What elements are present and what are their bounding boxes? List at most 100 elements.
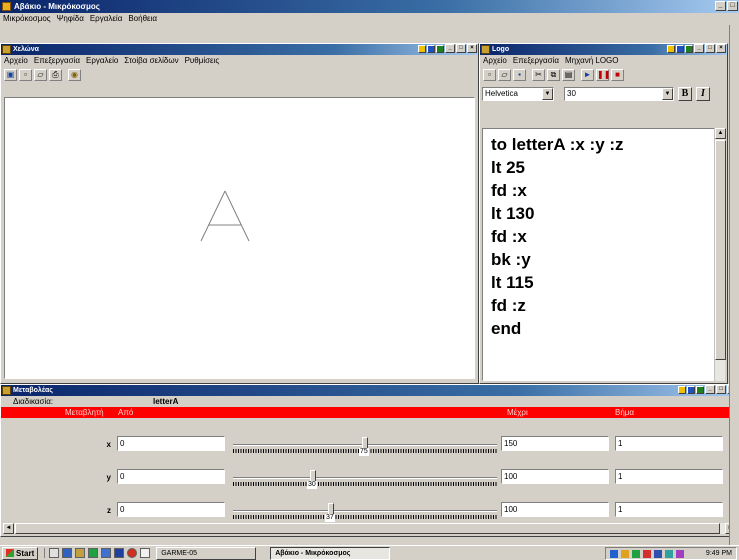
pin-icon[interactable] (418, 45, 426, 53)
code-scrollbar[interactable]: ▲ (714, 128, 726, 381)
app-icon[interactable] (88, 548, 99, 558)
turtle-close-button[interactable]: × (467, 44, 477, 53)
hscroll-thumb[interactable] (15, 523, 720, 534)
taskbar-task[interactable]: GARME-05 (156, 546, 257, 560)
to-input[interactable]: 150 (501, 436, 609, 451)
menu-voitheia[interactable]: Βοήθεια (128, 13, 157, 25)
chevron-down-icon[interactable]: ▼ (542, 88, 553, 100)
vars-minimize-button[interactable]: _ (705, 385, 715, 394)
step-input[interactable]: 1 (615, 436, 723, 451)
scroll-left-icon[interactable]: ◄ (3, 523, 14, 534)
app-icon[interactable] (140, 548, 151, 558)
from-input[interactable]: 0 (117, 436, 225, 451)
tray-icon[interactable] (676, 549, 684, 558)
to-input[interactable]: 100 (501, 502, 609, 517)
tray-icon[interactable] (621, 549, 629, 558)
to-input[interactable]: 100 (501, 469, 609, 484)
variables-header: Μεταβλητή Από Μέχρι Βήμα (1, 407, 738, 418)
chevron-down-icon[interactable]: ▼ (662, 88, 673, 100)
app-title-bar[interactable]: Αβάκιο - Μικρόκοσμος _ □ (0, 0, 739, 13)
turtle-window-icon (2, 45, 11, 54)
from-input[interactable]: 0 (117, 502, 225, 517)
app-icon[interactable] (101, 548, 112, 558)
bold-button[interactable]: B (678, 87, 692, 101)
menu-psifida[interactable]: Ψηφίδα (57, 13, 84, 25)
new-icon[interactable]: ▫ (19, 69, 32, 81)
print-icon[interactable]: ⎙ (49, 69, 62, 81)
tray-icon[interactable] (665, 549, 673, 558)
size-select[interactable]: 30 ▼ (564, 87, 674, 101)
vars-float-icon[interactable] (696, 386, 704, 394)
logo-save-icon[interactable]: ▪ (513, 69, 526, 81)
tray-icon[interactable] (632, 549, 640, 558)
play-icon[interactable]: ► (581, 69, 594, 81)
step-input[interactable]: 1 (615, 502, 723, 517)
logo-new-icon[interactable]: ▫ (483, 69, 496, 81)
logo-close-button[interactable]: × (716, 44, 726, 53)
logo-menu-edit[interactable]: Επεξεργασία (513, 55, 559, 67)
value-slider[interactable]: 37 (233, 500, 497, 524)
float-icon[interactable] (436, 45, 444, 53)
value-slider[interactable]: 30 (233, 467, 497, 491)
logo-maximize-button[interactable]: □ (705, 44, 715, 53)
desktop-icon[interactable] (49, 548, 60, 558)
logo-open-icon[interactable]: ▱ (498, 69, 511, 81)
turtle-menu-settings[interactable]: Ρυθμίσεις (185, 55, 220, 67)
variables-hscrollbar[interactable]: ◄ ► (3, 523, 736, 534)
logo-minimize-button[interactable]: _ (694, 44, 704, 53)
tile-icon[interactable] (427, 45, 435, 53)
italic-button[interactable]: I (696, 87, 710, 101)
cut-icon[interactable]: ✂ (532, 69, 545, 81)
turtle-menu-tool[interactable]: Εργαλείο (86, 55, 118, 67)
taskbar-task-active[interactable]: Αβάκιο - Μικρόκοσμος (270, 546, 391, 560)
turtle-menu-pages[interactable]: Στοίβα σελίδων (124, 55, 178, 67)
vars-tile-icon[interactable] (687, 386, 695, 394)
slider-track (233, 510, 497, 512)
step-input[interactable]: 1 (615, 469, 723, 484)
logo-pin-icon[interactable] (667, 45, 675, 53)
menu-ergaleia[interactable]: Εργαλεία (90, 13, 122, 25)
from-input[interactable]: 0 (117, 469, 225, 484)
logo-title-bar[interactable]: Logo _ □ × (480, 44, 727, 55)
variables-title-bar[interactable]: Μεταβολέας _ □ × (1, 385, 738, 396)
start-button[interactable]: Start (2, 546, 39, 560)
turtle-minimize-button[interactable]: _ (445, 44, 455, 53)
copy-icon[interactable]: ⧉ (547, 69, 560, 81)
logo-tile-icon[interactable] (676, 45, 684, 53)
scroll-thumb[interactable] (715, 140, 726, 360)
open-icon[interactable]: ▱ (34, 69, 47, 81)
scroll-up-icon[interactable]: ▲ (715, 128, 726, 139)
variable-row-y: y 0 30 100 1 (1, 465, 739, 493)
logo-float-icon[interactable] (685, 45, 693, 53)
logo-code-editor[interactable]: to letterA :x :y :z lt 25 fd :x lt 130 f… (482, 128, 715, 381)
stop-icon[interactable]: ■ (611, 69, 624, 81)
tray-icon[interactable] (654, 549, 662, 558)
vars-pin-icon[interactable] (678, 386, 686, 394)
page-icon[interactable]: ▣ (4, 69, 17, 81)
maximize-button[interactable]: □ (727, 1, 738, 11)
font-select[interactable]: Helvetica ▼ (482, 87, 554, 101)
value-slider[interactable]: 75 (233, 434, 497, 458)
logo-menu-engine[interactable]: Μηχανή LOGO (565, 55, 619, 67)
app-icon[interactable] (114, 548, 125, 558)
letter-a-left-stroke (200, 190, 226, 242)
pause-icon[interactable]: ❚❚ (596, 69, 610, 81)
turtle-maximize-button[interactable]: □ (456, 44, 466, 53)
tray-icon[interactable] (643, 549, 651, 558)
minimize-button[interactable]: _ (715, 1, 726, 11)
turtle-menu-edit[interactable]: Επεξεργασία (34, 55, 80, 67)
menu-mikrokosmos[interactable]: Μικρόκοσμος (3, 13, 51, 25)
ie-icon[interactable] (62, 548, 73, 558)
vars-maximize-button[interactable]: □ (716, 385, 726, 394)
variable-row-z: z 0 37 100 1 (1, 498, 739, 526)
font-bar: Helvetica ▼ 30 ▼ B I (480, 83, 727, 105)
app-icon[interactable] (127, 548, 138, 558)
folder-icon[interactable] (75, 548, 86, 558)
tray-icon[interactable] (610, 549, 618, 558)
turtle-canvas[interactable] (4, 97, 475, 379)
paste-icon[interactable]: ▤ (562, 69, 575, 81)
turtle-menu-file[interactable]: Αρχείο (4, 55, 28, 67)
logo-menu-file[interactable]: Αρχείο (483, 55, 507, 67)
turtle-icon[interactable]: ◉ (68, 69, 81, 81)
turtle-title-bar[interactable]: Χελώνα _ □ × (1, 44, 478, 55)
